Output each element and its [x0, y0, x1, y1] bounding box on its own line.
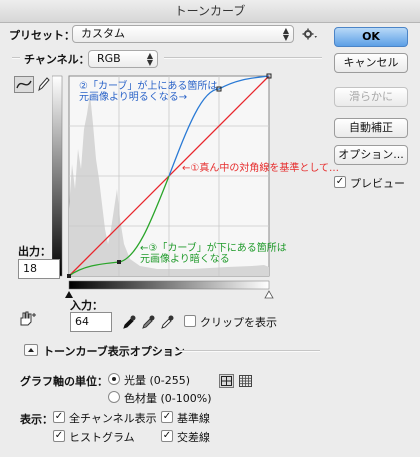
output-label: 出力： [18, 245, 51, 258]
hand-target-icon[interactable] [17, 310, 37, 328]
select-arrows-icon: ▲ ▼ [282, 26, 289, 42]
intersection-checkbox[interactable]: ✓ [161, 430, 173, 442]
curve-icon [16, 80, 32, 89]
tone-curve-dialog: トーンカーブ プリセット： カスタム ▲ ▼ OK キャンセル 滑らかに 自動補正… [0, 0, 420, 457]
annotation-blue-line1: ②「カーブ」が上にある箇所は [79, 81, 218, 92]
eyedropper-gray-icon[interactable] [141, 314, 155, 330]
channel-label: チャンネル： [24, 53, 90, 66]
annotation-green-line1: ←③「カーブ」が下にある箇所は [140, 243, 287, 254]
show-label: 表示： [20, 413, 53, 426]
disclosure-toggle[interactable] [24, 344, 38, 356]
display-options-label: トーンカーブ表示オプション [43, 345, 185, 358]
curve-tool-button[interactable] [14, 76, 34, 93]
triangle-up-icon [28, 348, 34, 352]
curve-point[interactable] [117, 260, 121, 264]
clip-checkbox[interactable] [184, 315, 196, 327]
separator [164, 57, 322, 59]
all-channels-label: 全チャンネル表示 [69, 412, 157, 425]
preset-value: カスタム [81, 27, 125, 40]
graph-unit-label: グラフ軸の単位： [20, 375, 108, 388]
annotation-blue: ②「カーブ」が上にある箇所は 元画像より明るくなる→ [79, 81, 217, 103]
options-button[interactable]: オプション... [334, 145, 408, 165]
ok-button[interactable]: OK [334, 27, 408, 47]
window-title: トーンカーブ [0, 0, 420, 23]
light-label: 光量 (0-255) [124, 374, 191, 387]
pigment-label: 色材量 (0-100%) [124, 392, 212, 405]
curve-point[interactable] [67, 274, 71, 278]
preset-label: プリセット： [9, 29, 75, 42]
separator [12, 57, 20, 59]
grid-10-icon [239, 375, 252, 387]
grid-10-button[interactable] [238, 374, 253, 388]
annotation-green-line2: 元画像より暗くなる [140, 254, 230, 265]
pencil-icon[interactable] [36, 76, 50, 92]
annotation-red: ←①真ん中の対角線を基準として… [182, 163, 340, 174]
intersection-label: 交差線 [177, 431, 210, 444]
eyedropper-black-icon[interactable] [122, 314, 136, 330]
input-label: 入力： [70, 299, 103, 312]
grid-4-button[interactable] [219, 374, 234, 388]
eyedropper-white-icon[interactable] [160, 314, 174, 330]
input-gradient-bar [68, 280, 270, 290]
output-gradient-bar [52, 75, 63, 277]
smooth-button[interactable]: 滑らかに [334, 87, 408, 107]
all-channels-checkbox[interactable]: ✓ [53, 411, 65, 423]
channel-value: RGB [97, 52, 121, 65]
annotation-blue-line2: 元画像より明るくなる→ [79, 92, 188, 103]
preview-checkbox[interactable]: ✓ [334, 176, 346, 188]
gear-icon[interactable] [302, 28, 318, 40]
separator [176, 350, 320, 352]
clip-label: クリップを表示 [200, 316, 277, 329]
annotation-green: ←③「カーブ」が下にある箇所は 元画像より暗くなる [140, 243, 287, 265]
cancel-button[interactable]: キャンセル [334, 53, 408, 73]
grid-4-icon [221, 376, 232, 386]
input-field[interactable]: 64 [70, 312, 112, 332]
select-arrows-icon: ▲ ▼ [146, 51, 153, 67]
white-point-slider[interactable] [264, 290, 274, 299]
output-field[interactable]: 18 [18, 259, 60, 279]
preview-label: プレビュー [350, 177, 405, 190]
histogram-label: ヒストグラム [69, 431, 135, 444]
light-radio[interactable] [108, 373, 120, 385]
baseline-label: 基準線 [177, 412, 210, 425]
histogram-checkbox[interactable]: ✓ [53, 430, 65, 442]
channel-select[interactable]: RGB ▲ ▼ [88, 50, 158, 68]
auto-button[interactable]: 自動補正 [334, 118, 408, 138]
baseline-checkbox[interactable]: ✓ [161, 411, 173, 423]
pigment-radio[interactable] [108, 391, 120, 403]
preset-select[interactable]: カスタム ▲ ▼ [72, 25, 294, 43]
